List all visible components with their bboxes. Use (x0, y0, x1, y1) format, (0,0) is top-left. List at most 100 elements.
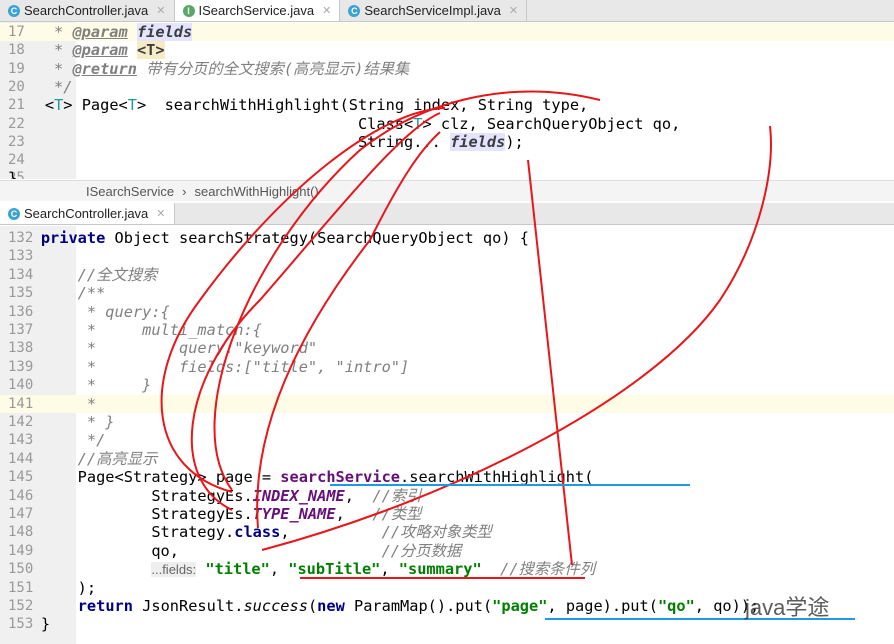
code-line[interactable]: 145 Page<Strategy> page = searchService.… (0, 468, 894, 486)
code-line[interactable]: 17 * @param fields (0, 23, 894, 41)
code-token: return (77, 597, 133, 615)
code-text: /** (4, 284, 106, 303)
code-text: */ (4, 431, 105, 449)
tab-2[interactable]: C SearchServiceImpl.java ✕ (340, 0, 528, 21)
code-line[interactable]: 144 //高亮显示 (0, 450, 894, 468)
code-line[interactable]: 146 StrategyEs.INDEX_NAME, //索引 (0, 487, 894, 505)
tab-1[interactable]: I ISearchService.java ✕ (174, 0, 341, 21)
code-token: Page<Strategy> page = (4, 468, 281, 487)
code-line[interactable]: 21 <T> Page<T> searchWithHighlight(Strin… (0, 96, 894, 114)
close-icon[interactable]: ✕ (509, 4, 518, 17)
watermark: java学途 (745, 595, 830, 620)
code-token: success (243, 597, 308, 615)
code-text: * } (4, 376, 151, 394)
code-token: * (4, 394, 97, 413)
code-line[interactable]: 138 * query:"keyword" (0, 339, 894, 357)
tab-search-controller[interactable]: C SearchController.java ✕ (0, 203, 175, 224)
code-token: fields (450, 132, 506, 151)
close-icon[interactable]: ✕ (156, 4, 165, 17)
code-line[interactable]: 148 Strategy.class, //攻略对象类型 (0, 523, 894, 541)
code-token: , page).put( (547, 597, 658, 615)
code-token: StrategyEs. (4, 505, 253, 523)
code-line[interactable]: 136 * query:{ (0, 303, 894, 321)
code-line[interactable]: 23 String... fields); (0, 132, 894, 151)
code-line[interactable]: 25} (0, 169, 894, 179)
breadcrumb-item[interactable]: searchWithHighlight() (195, 184, 319, 199)
code-token: @param (72, 23, 128, 41)
code-token: //搜索条件列 (500, 560, 596, 579)
breadcrumb-item[interactable]: ISearchService (86, 184, 174, 199)
code-token: @return (72, 59, 137, 78)
code-line[interactable]: 24 (0, 151, 894, 169)
code-token: @param (72, 41, 128, 60)
code-text: //全文搜索 (4, 266, 158, 284)
code-token: * fields:["title", "intro"] (4, 357, 410, 376)
code-text: //高亮显示 (4, 450, 158, 468)
code-line[interactable]: 141 * (0, 394, 894, 413)
code-text: StrategyEs.INDEX_NAME, //索引 (4, 487, 421, 505)
code-text: * @param fields (8, 23, 193, 41)
code-line[interactable]: 132 private Object searchStrategy(Search… (0, 229, 894, 247)
code-text: StrategyEs.TYPE_NAME, //类型 (4, 505, 421, 523)
code-line[interactable]: 20 */ (0, 78, 894, 96)
tab-label: SearchServiceImpl.java (364, 3, 501, 18)
code-text: } (4, 615, 50, 633)
top-tab-bar: C SearchController.java ✕ I ISearchService.j… (0, 0, 894, 22)
code-token: "qo" (657, 597, 695, 615)
code-token: /** (4, 284, 106, 303)
code-token: ( (307, 597, 318, 615)
controller-editor[interactable]: 132 private Object searchStrategy(Search… (0, 226, 894, 644)
code-token: searchService (280, 468, 401, 487)
code-token: class (234, 523, 281, 542)
code-line[interactable]: 140 * } (0, 376, 894, 394)
code-line[interactable]: 135 /** (0, 284, 894, 302)
code-line[interactable]: 142 * } (0, 413, 894, 431)
code-line[interactable]: 18 * @param <T> (0, 41, 894, 60)
code-line[interactable]: 147 StrategyEs.TYPE_NAME, //类型 (0, 505, 894, 523)
code-token: //类型 (372, 505, 422, 523)
code-text: return JsonResult.success(new ParamMap()… (4, 597, 760, 615)
code-text: ...fields: "title", "subTitle", "summary… (4, 560, 595, 579)
code-token: * (8, 23, 73, 41)
code-line[interactable]: 134 //全文搜索 (0, 266, 894, 284)
code-token: //攻略对象类型 (381, 523, 492, 542)
code-token: Strategy. (4, 523, 235, 542)
code-line[interactable]: 22 Class<T> clz, SearchQueryObject qo, (0, 115, 894, 133)
code-token: INDEX_NAME (252, 486, 345, 505)
tab-0[interactable]: C SearchController.java ✕ (0, 0, 175, 21)
code-token: TYPE_NAME (252, 505, 336, 523)
tab-label: SearchController.java (24, 206, 149, 221)
code-token: //索引 (372, 486, 422, 505)
code-line[interactable]: 143 */ (0, 431, 894, 449)
class-icon: C (348, 4, 361, 17)
code-text: * fields:["title", "intro"] (4, 358, 409, 376)
close-icon[interactable]: ✕ (322, 4, 331, 17)
code-token: JsonResult. (132, 597, 244, 615)
code-text: * @param <T> (8, 41, 165, 60)
interface-icon: I (182, 4, 195, 17)
code-line[interactable]: 139 * fields:["title", "intro"] (0, 358, 894, 376)
code-token: qo, (4, 541, 382, 560)
line-number: 24 (8, 152, 25, 169)
tab-label: SearchController.java (24, 3, 149, 18)
breadcrumb: ISearchService › searchWithHighlight() (0, 180, 894, 201)
code-token: String... (8, 132, 451, 151)
code-token: , (280, 523, 382, 542)
code-text: * multi_match:{ (4, 321, 262, 339)
code-text: String... fields); (8, 132, 524, 151)
code-line[interactable]: 149 qo, //分页数据 (0, 542, 894, 560)
code-text: * query:"keyword" (4, 339, 317, 357)
code-token: StrategyEs. (4, 486, 253, 505)
interface-editor[interactable]: 17 * @param fields 18 * @param <T> 19 * @r… (0, 22, 894, 179)
close-icon[interactable]: ✕ (156, 207, 165, 220)
code-token: "page" (492, 597, 548, 615)
code-line[interactable]: 137 * multi_match:{ (0, 321, 894, 339)
code-token: 带有分页的全文搜索(高亮显示)结果集 (136, 59, 410, 78)
code-text: * query:{ (4, 303, 170, 321)
code-line[interactable]: 150 ...fields: "title", "subTitle", "sum… (0, 560, 894, 578)
code-line[interactable]: 19 * @return 带有分页的全文搜索(高亮显示)结果集 (0, 60, 894, 78)
code-line[interactable]: 133 (0, 247, 894, 265)
